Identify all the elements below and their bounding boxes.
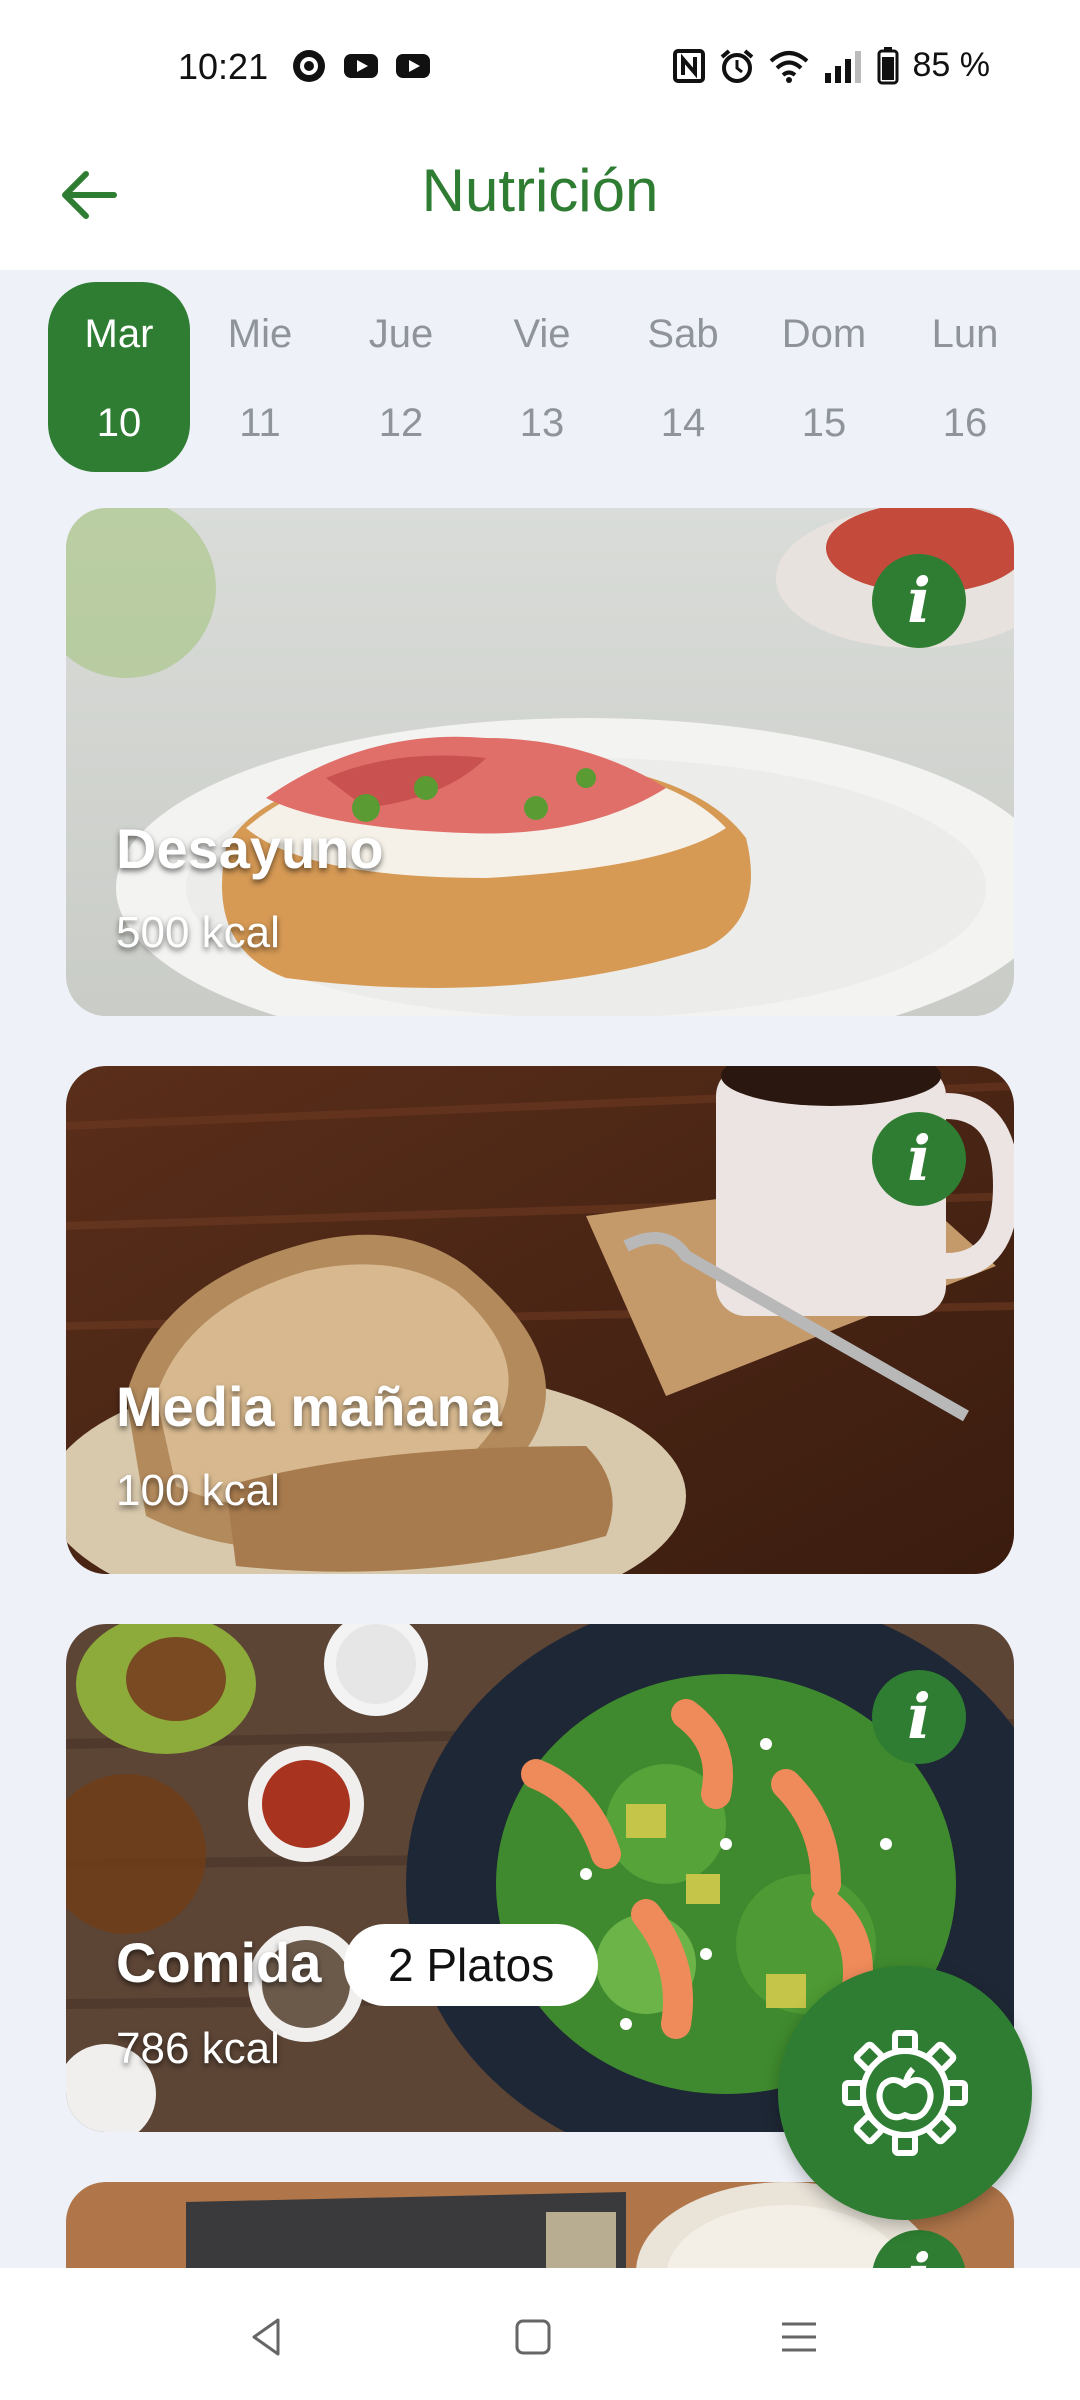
day-name: Mar: [84, 312, 154, 356]
info-icon[interactable]: i: [872, 1112, 966, 1206]
day-number: 16: [942, 401, 988, 445]
menu-lines-icon[interactable]: [774, 2312, 824, 2362]
day-name: Dom: [781, 312, 867, 356]
day-number: 11: [239, 401, 281, 445]
meal-card-media-manana[interactable]: Media mañana 100 kcal i: [66, 1066, 1014, 1574]
record-icon: [293, 50, 325, 82]
alarm-icon: [720, 48, 753, 83]
day-number: 15: [801, 401, 847, 445]
meal-name: Comida: [116, 1931, 322, 1994]
day-number: 14: [660, 401, 706, 445]
info-icon[interactable]: i: [872, 1670, 966, 1764]
day-item-sab[interactable]: Sab 14: [612, 282, 754, 472]
day-name: Lun: [931, 312, 999, 356]
meal-name: Media mañana: [116, 1375, 502, 1438]
day-item-jue[interactable]: Jue 12: [330, 282, 472, 472]
meal-name: Desayuno: [116, 817, 384, 880]
day-number: 12: [378, 401, 424, 445]
day-selector: Mar 10 Mie 11 Jue 12 Vie 13 Sab 14 Dom 1…: [48, 282, 1048, 472]
status-time: 10:21: [178, 46, 269, 87]
day-item-mie[interactable]: Mie 11: [189, 282, 331, 472]
battery-level: 85 %: [912, 46, 991, 84]
day-number: 10: [96, 401, 142, 445]
back-triangle-icon[interactable]: [242, 2312, 292, 2362]
meal-kcal: 100 kcal: [116, 1466, 280, 1515]
day-number: 13: [519, 401, 565, 445]
youtube-icon: [396, 54, 430, 78]
gear-apple-icon: [842, 2030, 968, 2156]
meal-kcal: 786 kcal: [116, 2024, 280, 2073]
signal-icon: [824, 50, 861, 83]
day-item-lun[interactable]: Lun 16: [894, 282, 1036, 472]
wifi-icon: [769, 50, 808, 83]
day-name: Sab: [647, 312, 719, 356]
info-icon[interactable]: i: [872, 554, 966, 648]
dishes-badge: 2 Platos: [344, 1924, 599, 2006]
status-bar: 10:21 85 %: [0, 0, 1080, 136]
system-nav-bar: [0, 2268, 1080, 2400]
nutrition-settings-button[interactable]: [778, 1966, 1032, 2220]
page-title: Nutrición: [421, 157, 659, 224]
nfc-icon: [672, 48, 705, 83]
youtube-icon: [344, 54, 378, 78]
home-square-icon[interactable]: [508, 2312, 558, 2362]
day-item-mar[interactable]: Mar 10: [48, 282, 190, 472]
day-item-dom[interactable]: Dom 15: [753, 282, 895, 472]
meal-kcal: 500 kcal: [116, 908, 280, 957]
day-name: Jue: [368, 312, 434, 356]
battery-icon: [877, 46, 898, 84]
day-item-vie[interactable]: Vie 13: [471, 282, 613, 472]
app-bar: Nutrición: [0, 136, 1080, 270]
day-name: Vie: [513, 312, 571, 356]
day-name: Mie: [227, 312, 293, 356]
meal-card-desayuno[interactable]: Desayuno 500 kcal i: [66, 508, 1014, 1016]
